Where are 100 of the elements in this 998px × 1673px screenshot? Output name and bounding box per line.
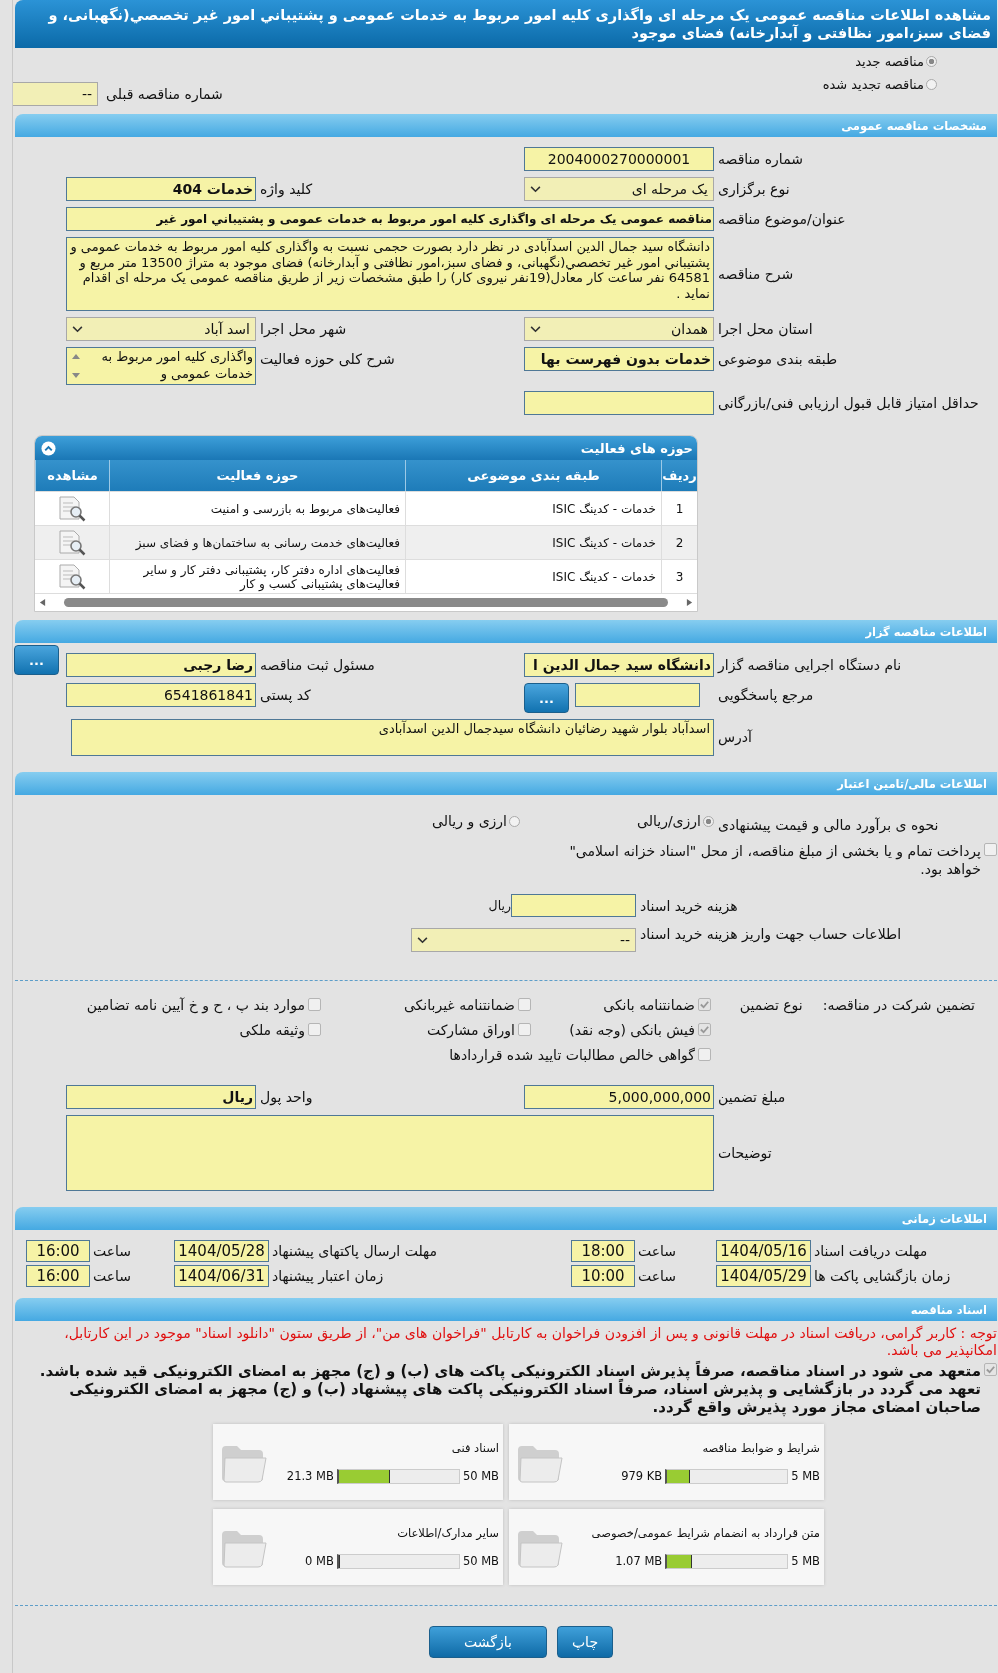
date-field[interactable]: 1404/05/16	[716, 1240, 811, 1262]
notice-text: توجه : کاربر گرامی، دریافت اسناد در مهلت قانونی و پس از افزودن فراخوان به کارتابل "فراخوان های من"، از طریق ستون "دانلود اسناد" موجود در این کارتابل، امکانپذیر می باشد.	[63, 1325, 997, 1359]
field-label: مسئول ثبت مناقصه	[260, 656, 376, 674]
input-field[interactable]: 6541861841	[66, 683, 256, 707]
text-area[interactable]: دانشگاه سید جمال الدین اسدآبادی در نظر دارد بصورت حجمی نسبت به واگذاری کلیه امور مربوط به خدمات عمومی و پشتيباني امور غير تخصصي(نگهبانی، و فضای سبز،امور نظافتی و آبدارخانه) فضای موجود به متراژ 13500 متر مربع و 64581 نفر ساعت کار معادل(19نفر نیروی کار) را طبق مشخصات زیر از طریق مناقصه عمومی یک مرحله ای اقدام نماید .	[66, 237, 714, 311]
checkbox-option[interactable]: وثیقه ملکی	[71, 1022, 321, 1038]
input-field[interactable]	[511, 894, 636, 917]
action-button[interactable]: بازگشت	[429, 1626, 547, 1658]
field-label: نحوه ی برآورد مالی و قیمت پیشنهادی	[718, 816, 940, 834]
browse-button[interactable]: ...	[524, 683, 569, 713]
section-header: اطلاعات مناقصه گزار	[15, 620, 997, 643]
table-cell: فعالیت‌های خدمت رسانی به ساختمان‌ها و فضای سبز	[109, 526, 405, 559]
listbox[interactable]: واگذاری کلیه امور مربوط به خدمات عمومی و	[66, 347, 256, 385]
radio-option[interactable]: مناقصه تجدید شده	[822, 77, 937, 92]
time-field[interactable]: 10:00	[571, 1265, 635, 1287]
section-header: اسناد مناقصه	[15, 1298, 997, 1321]
text-area[interactable]: اسدآباد بلوار شهید رضائیان دانشگاه سیدجمال الدین اسدآبادی	[71, 719, 714, 756]
text-area[interactable]	[66, 1115, 714, 1191]
dropdown[interactable]: --	[411, 928, 636, 952]
radio-option[interactable]: ارزی/ریالی	[524, 813, 714, 829]
table-cell: 1	[661, 492, 697, 525]
section-header: مشخصات مناقصه عمومی	[15, 114, 997, 137]
input-field[interactable]: 2004000270000001	[524, 147, 714, 171]
browse-button[interactable]: ...	[14, 645, 59, 675]
checkbox-option[interactable]: ضمانتنامه بانکی	[531, 997, 711, 1013]
table-cell: 2	[661, 526, 697, 559]
input-field[interactable]: رضا رجبی	[66, 653, 256, 677]
input-field[interactable]: ریال	[66, 1085, 256, 1109]
input-field[interactable]	[575, 683, 700, 707]
size-limit: 50 MB	[462, 1554, 499, 1568]
input-field[interactable]: خدمات بدون فهرست بها	[524, 347, 714, 371]
table-cell: خدمات - کدینگ ISIC	[405, 492, 661, 525]
time-field[interactable]: 16:00	[26, 1265, 90, 1287]
field-label: مهلت ارسال پاکتهای پیشنهاد	[272, 1242, 439, 1262]
input-field[interactable]: 5,000,000,000	[524, 1085, 714, 1109]
column-header: حوزه فعالیت	[109, 460, 405, 491]
time-field[interactable]: 18:00	[571, 1240, 635, 1262]
unit-label: ریال	[488, 898, 511, 913]
commitment-checkbox[interactable]: متعهد می شود در اسناد مناقصه، صرفاً پذیرش اسناد الکترونیکی پاکت های (ب) و (ج) مجهز به امضای الکترونیکی قید شده باشد. تعهد می گردد در بازگشایی و پذیرش اسناد، صرفاً اسناد الکترونیکی پاکت های پیشنهاد (ب) و (ج) مجهز به امضای الکترونیکی صاحبان امضای مجاز مورد پذیرش واقع گردد.	[15, 1362, 997, 1416]
field-label: زمان بازگشایی پاکت ها	[814, 1267, 952, 1287]
size-used: 0 MB	[305, 1554, 334, 1568]
dropdown[interactable]: اسد آباد	[66, 317, 256, 341]
input-field[interactable]: دانشگاه سید جمال الدین ا	[524, 653, 714, 677]
dropdown[interactable]: همدان	[524, 317, 714, 341]
date-field[interactable]: 1404/05/29	[716, 1265, 811, 1287]
size-limit: 50 MB	[462, 1469, 499, 1483]
column-header: مشاهده	[35, 460, 109, 491]
checkbox-option[interactable]: اوراق مشارکت	[321, 1022, 531, 1038]
radio-option[interactable]: مناقصه جدید	[822, 54, 937, 69]
field-label: استان محل اجرا	[718, 320, 814, 338]
date-field[interactable]: 1404/06/31	[174, 1265, 269, 1287]
magnifier-document-icon[interactable]	[57, 494, 87, 523]
size-used: 21.3 MB	[286, 1469, 334, 1483]
caret-icon	[417, 936, 428, 944]
magnifier-document-icon[interactable]	[57, 562, 87, 591]
action-button[interactable]: چاپ	[557, 1626, 613, 1658]
input-field[interactable]: مناقصه عمومی یک مرحله ای واگذاری کلیه امور مربوط به خدمات عمومی و پشتيباني امور غير	[66, 207, 714, 231]
caret-icon	[530, 185, 541, 193]
size-limit: 5 MB	[791, 1554, 820, 1568]
table-cell: 3	[661, 560, 697, 593]
input-field[interactable]: خدمات 404	[66, 177, 256, 201]
checkmark-icon	[699, 999, 710, 1010]
checkbox-option[interactable]: فیش بانکی (وجه نقد)	[531, 1022, 711, 1038]
field-label: ساعت	[638, 1242, 678, 1261]
time-field[interactable]: 16:00	[26, 1240, 90, 1262]
date-field[interactable]: 1404/05/28	[174, 1240, 269, 1262]
field-label: اطلاعات حساب جهت واریز هزینه خرید اسناد	[640, 925, 903, 945]
field-label: آدرس	[718, 729, 754, 746]
checkbox-option[interactable]: ضمانتنامه غیربانکی	[321, 997, 531, 1013]
field-label: مبلغ تضمین	[718, 1088, 787, 1106]
field-label: کلید واژه	[260, 180, 314, 198]
table-cell: خدمات - کدینگ ISIC	[405, 526, 661, 559]
section-header: اطلاعات زمانی	[15, 1207, 997, 1230]
field-label: توضیحات	[718, 1144, 773, 1162]
table-cell: فعالیت‌های مربوط به بازرسی و امنیت	[109, 492, 405, 525]
magnifier-document-icon[interactable]	[57, 528, 87, 557]
section-header: اطلاعات مالی/تامین اعتبار	[15, 772, 997, 795]
field-label: زمان اعتبار پیشنهاد	[272, 1267, 385, 1287]
dropdown[interactable]: --	[13, 82, 99, 106]
field-label: نوع تضمین	[739, 997, 803, 1016]
field-label: واحد پول	[260, 1088, 314, 1106]
field-label: شهر محل اجرا	[260, 320, 348, 338]
radio-option[interactable]: ارزی و ریالی	[260, 813, 520, 829]
field-label: تضمین شرکت در مناقصه:	[822, 997, 975, 1016]
checkmark-icon	[699, 1024, 710, 1035]
field-label: عنوان/موضوع مناقصه	[718, 210, 847, 228]
input-field[interactable]	[524, 391, 714, 415]
scroll-right-icon[interactable]	[686, 598, 693, 607]
scroll-left-icon[interactable]	[39, 598, 46, 607]
dropdown[interactable]: یک مرحله ای	[524, 177, 714, 201]
field-label: ساعت	[93, 1242, 133, 1261]
field-label: نام دستگاه اجرایی مناقصه گزار	[718, 656, 903, 674]
checkbox-option[interactable]: گواهی خالص مطالبات تایید شده قراردادها	[71, 1047, 711, 1063]
checkbox-option[interactable]: موارد بند پ ، ح و خ آیین نامه تضامین	[71, 997, 321, 1013]
collapse-icon[interactable]	[41, 440, 56, 456]
field-label: نوع برگزاری	[718, 180, 791, 198]
file-title: شرایط و ضوابط مناقصه	[701, 1440, 820, 1455]
checkbox-option[interactable]: پرداخت تمام و یا بخشی از مبلغ مناقصه، از محل "اسناد خزانه اسلامی" خواهد بود.	[557, 842, 997, 878]
table-title: حوزه های فعالیت	[580, 440, 693, 456]
page-title: مشاهده اطلاعات مناقصه عمومی یک مرحله ای واگذاری کلیه امور مربوط به خدمات عمومی و پشتيباني امور غير تخصصي(نگهبانی، و فضای سبز،امور نظافتی و آبدارخانه) فضای موجود	[15, 0, 997, 48]
